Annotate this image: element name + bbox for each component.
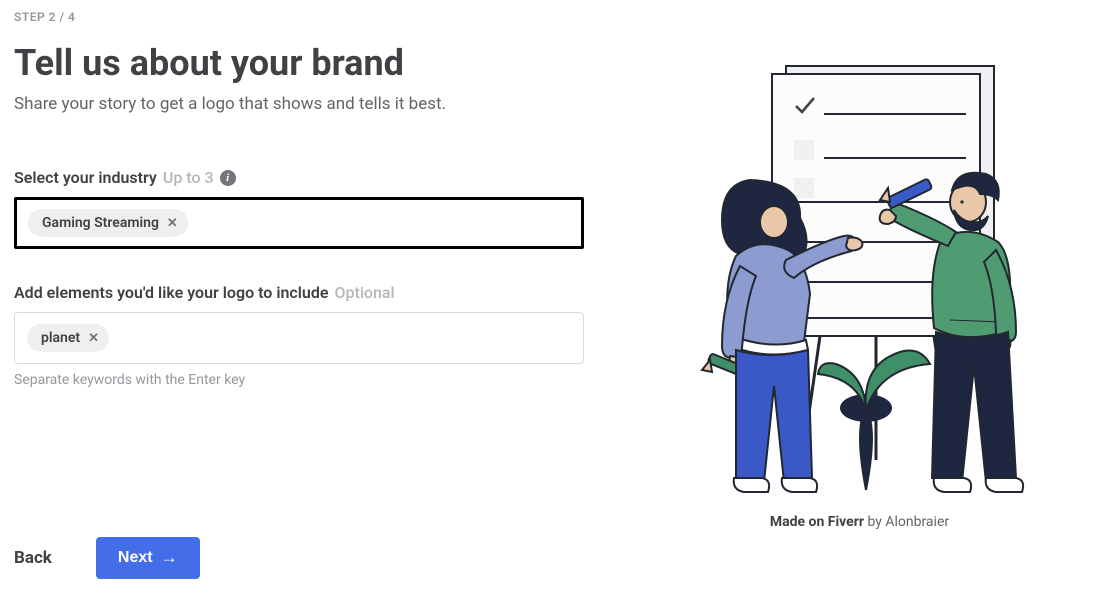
chip-label: Gaming Streaming <box>42 215 159 231</box>
chip-label: planet <box>41 330 80 346</box>
industry-input[interactable]: Gaming Streaming ✕ <box>14 197 584 249</box>
elements-input[interactable]: planet ✕ <box>14 312 584 364</box>
industry-hint: Up to 3 <box>163 168 214 187</box>
back-button[interactable]: Back <box>14 548 52 568</box>
page-subtitle: Share your story to get a logo that show… <box>14 94 634 114</box>
elements-label: Add elements you'd like your logo to inc… <box>14 283 328 302</box>
next-label: Next <box>118 549 153 567</box>
page-title: Tell us about your brand <box>14 42 634 84</box>
industry-label-row: Select your industry Up to 3 i <box>14 168 634 187</box>
elements-chip[interactable]: planet ✕ <box>27 324 109 352</box>
elements-hint: Optional <box>334 283 394 302</box>
caption-strong: Made on Fiverr <box>770 514 864 530</box>
elements-label-row: Add elements you'd like your logo to inc… <box>14 283 634 302</box>
step-indicator: STEP 2 / 4 <box>14 10 634 24</box>
close-icon[interactable]: ✕ <box>88 332 99 345</box>
arrow-right-icon: → <box>161 548 178 568</box>
caption-rest: by Alonbraier <box>864 514 949 530</box>
next-button[interactable]: Next → <box>96 537 200 579</box>
industry-label: Select your industry <box>14 168 157 187</box>
industry-chip[interactable]: Gaming Streaming ✕ <box>28 209 188 237</box>
close-icon[interactable]: ✕ <box>167 217 178 230</box>
illustration <box>690 60 1030 500</box>
info-icon[interactable]: i <box>220 170 236 186</box>
elements-helper: Separate keywords with the Enter key <box>14 372 634 388</box>
illustration-caption: Made on Fiverr by Alonbraier <box>770 514 949 530</box>
